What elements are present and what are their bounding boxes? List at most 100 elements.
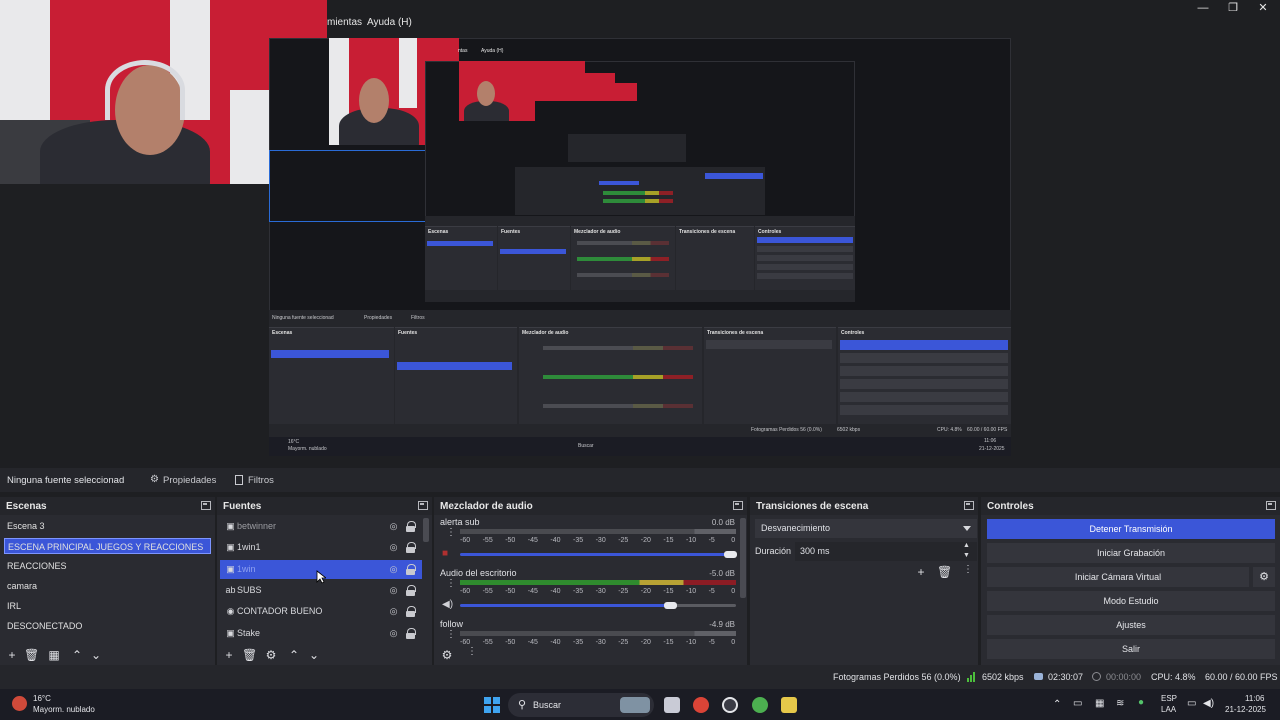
- visibility-icon[interactable]: ◎: [388, 542, 399, 553]
- menu-tools[interactable]: mientas: [327, 17, 362, 28]
- duration-label: Duración: [755, 546, 792, 556]
- preview-canvas[interactable]: ntas Ayuda (H) Escenas Fuentes Mezclador…: [0, 0, 1280, 462]
- start-recording-button[interactable]: Iniciar Grabación: [987, 543, 1275, 563]
- source-settings-icon[interactable]: ⚙: [264, 648, 278, 662]
- volume-knob[interactable]: [664, 602, 677, 609]
- mixer-scrollbar[interactable]: [740, 518, 746, 598]
- volume-slider-track[interactable]: [670, 604, 736, 607]
- remove-scene-icon[interactable]: 🗑: [24, 648, 39, 662]
- maximize-button[interactable]: ❐: [1224, 2, 1242, 14]
- dock-icon[interactable]: [418, 501, 428, 510]
- scene-item[interactable]: REACCIONES: [4, 558, 211, 574]
- lock-icon[interactable]: [406, 521, 416, 532]
- windows-start-icon[interactable]: [484, 697, 500, 713]
- dock-icon[interactable]: [201, 501, 211, 510]
- visibility-icon[interactable]: ◎: [388, 606, 399, 617]
- move-down-icon[interactable]: ⌄: [307, 648, 321, 662]
- mixer-settings-icon[interactable]: ⚙: [440, 648, 454, 662]
- clock-time[interactable]: 11:06: [1245, 694, 1264, 703]
- remove-transition-icon[interactable]: 🗑: [937, 565, 952, 579]
- lock-icon[interactable]: [406, 542, 416, 554]
- channel-menu-icon[interactable]: ⋮: [446, 528, 456, 538]
- nested-webcam-5: [615, 83, 637, 101]
- chrome-icon[interactable]: [693, 697, 709, 713]
- properties-button[interactable]: ⚙ Propiedades: [142, 471, 220, 489]
- lock-icon[interactable]: [406, 563, 416, 575]
- volume-slider[interactable]: [460, 553, 730, 556]
- scene-item[interactable]: Escena 3: [4, 518, 211, 534]
- move-up-icon[interactable]: ⌃: [70, 648, 84, 662]
- dropped-frames: Fotogramas Perdidos 56 (0.0%): [833, 672, 961, 682]
- chrome-profile-icon[interactable]: [752, 697, 768, 713]
- task-view-icon[interactable]: [664, 697, 680, 713]
- volume-icon[interactable]: ◀): [1203, 698, 1214, 709]
- close-button[interactable]: ✕: [1254, 2, 1272, 14]
- lock-icon[interactable]: [406, 627, 416, 639]
- nested-search: Buscar: [578, 443, 594, 449]
- scene-item[interactable]: DESCONECTADO: [4, 618, 211, 634]
- dock-icon[interactable]: [964, 501, 974, 510]
- microphone-icon[interactable]: ●: [1138, 697, 1144, 708]
- dock-icon[interactable]: [733, 501, 743, 510]
- source-item[interactable]: ▣ 1win1 ◎: [220, 538, 422, 557]
- lang-code[interactable]: ESP: [1161, 694, 1177, 703]
- duration-input[interactable]: 300 ms: [795, 542, 977, 561]
- exit-button[interactable]: Salir: [987, 639, 1275, 659]
- spin-up-icon[interactable]: ▲: [963, 542, 970, 549]
- move-down-icon[interactable]: ⌄: [89, 648, 103, 662]
- virtual-camera-settings-icon[interactable]: ⚙: [1253, 567, 1275, 587]
- taskbar-search[interactable]: ⚲ Buscar: [508, 693, 654, 717]
- lock-icon[interactable]: [406, 606, 416, 618]
- lang-layout[interactable]: LAA: [1161, 705, 1176, 714]
- weather-temp: 16°C: [33, 694, 51, 703]
- scene-item[interactable]: camara: [4, 578, 211, 594]
- spin-down-icon[interactable]: ▼: [963, 552, 970, 559]
- volume-knob[interactable]: [724, 551, 737, 558]
- volume-slider[interactable]: [460, 604, 670, 607]
- channel-menu-icon[interactable]: ⋮: [446, 630, 456, 640]
- add-transition-icon[interactable]: +: [914, 565, 928, 579]
- display-icon[interactable]: ▭: [1187, 698, 1196, 709]
- keyboard-icon[interactable]: ▦: [1095, 698, 1104, 709]
- mixer-menu-icon[interactable]: ⋮: [467, 647, 477, 657]
- window-icon: ▣: [226, 521, 235, 531]
- visibility-icon[interactable]: ◎: [388, 564, 399, 575]
- clock-date[interactable]: 21-12-2025: [1225, 705, 1266, 714]
- visibility-icon[interactable]: ◎: [388, 585, 399, 596]
- minimize-button[interactable]: —: [1194, 2, 1212, 14]
- chevron-up-icon[interactable]: ⌃: [1053, 699, 1061, 710]
- transition-menu-icon[interactable]: ⋮: [963, 565, 973, 575]
- source-item[interactable]: ◉ CONTADOR BUENO ◎: [220, 602, 422, 621]
- add-scene-icon[interactable]: +: [5, 648, 19, 662]
- dock-icon[interactable]: [1266, 501, 1276, 510]
- scene-item-selected[interactable]: ESCENA PRINCIPAL JUEGOS Y REACCIONES: [4, 538, 211, 554]
- lock-icon[interactable]: [406, 584, 416, 596]
- weather-icon[interactable]: [12, 696, 27, 711]
- scene-filters-icon[interactable]: ▦: [47, 648, 61, 662]
- source-item[interactable]: ▣ betwinner ◎: [220, 517, 422, 536]
- visibility-icon[interactable]: ◎: [388, 628, 399, 639]
- network-icon[interactable]: ≋: [1116, 698, 1124, 709]
- tray-icon[interactable]: ▭: [1073, 698, 1082, 709]
- menu-help[interactable]: Ayuda (H): [367, 17, 412, 28]
- remove-source-icon[interactable]: 🗑: [242, 648, 257, 662]
- filters-button[interactable]: Filtros: [227, 471, 277, 489]
- obs-icon[interactable]: [722, 697, 738, 713]
- scale-tick: -55: [482, 639, 493, 646]
- scale-tick: -60: [460, 588, 471, 595]
- move-up-icon[interactable]: ⌃: [287, 648, 301, 662]
- visibility-icon[interactable]: ◎: [388, 521, 399, 532]
- settings-button[interactable]: Ajustes: [987, 615, 1275, 635]
- start-virtual-camera-button[interactable]: Iniciar Cámara Virtual: [987, 567, 1249, 587]
- speaker-icon[interactable]: ◀): [442, 599, 453, 610]
- muted-speaker-icon[interactable]: ■: [442, 548, 448, 559]
- studio-mode-button[interactable]: Modo Estudio: [987, 591, 1275, 611]
- stop-stream-button[interactable]: Detener Transmisión: [987, 519, 1275, 539]
- source-item[interactable]: ▣ Stake ◎: [220, 624, 422, 643]
- transition-select[interactable]: Desvanecimiento: [755, 519, 977, 538]
- scene-item[interactable]: IRL: [4, 598, 211, 614]
- sources-scrollbar[interactable]: [423, 518, 429, 542]
- add-source-icon[interactable]: +: [222, 648, 236, 662]
- app-icon[interactable]: [781, 697, 797, 713]
- channel-menu-icon[interactable]: ⋮: [446, 579, 456, 589]
